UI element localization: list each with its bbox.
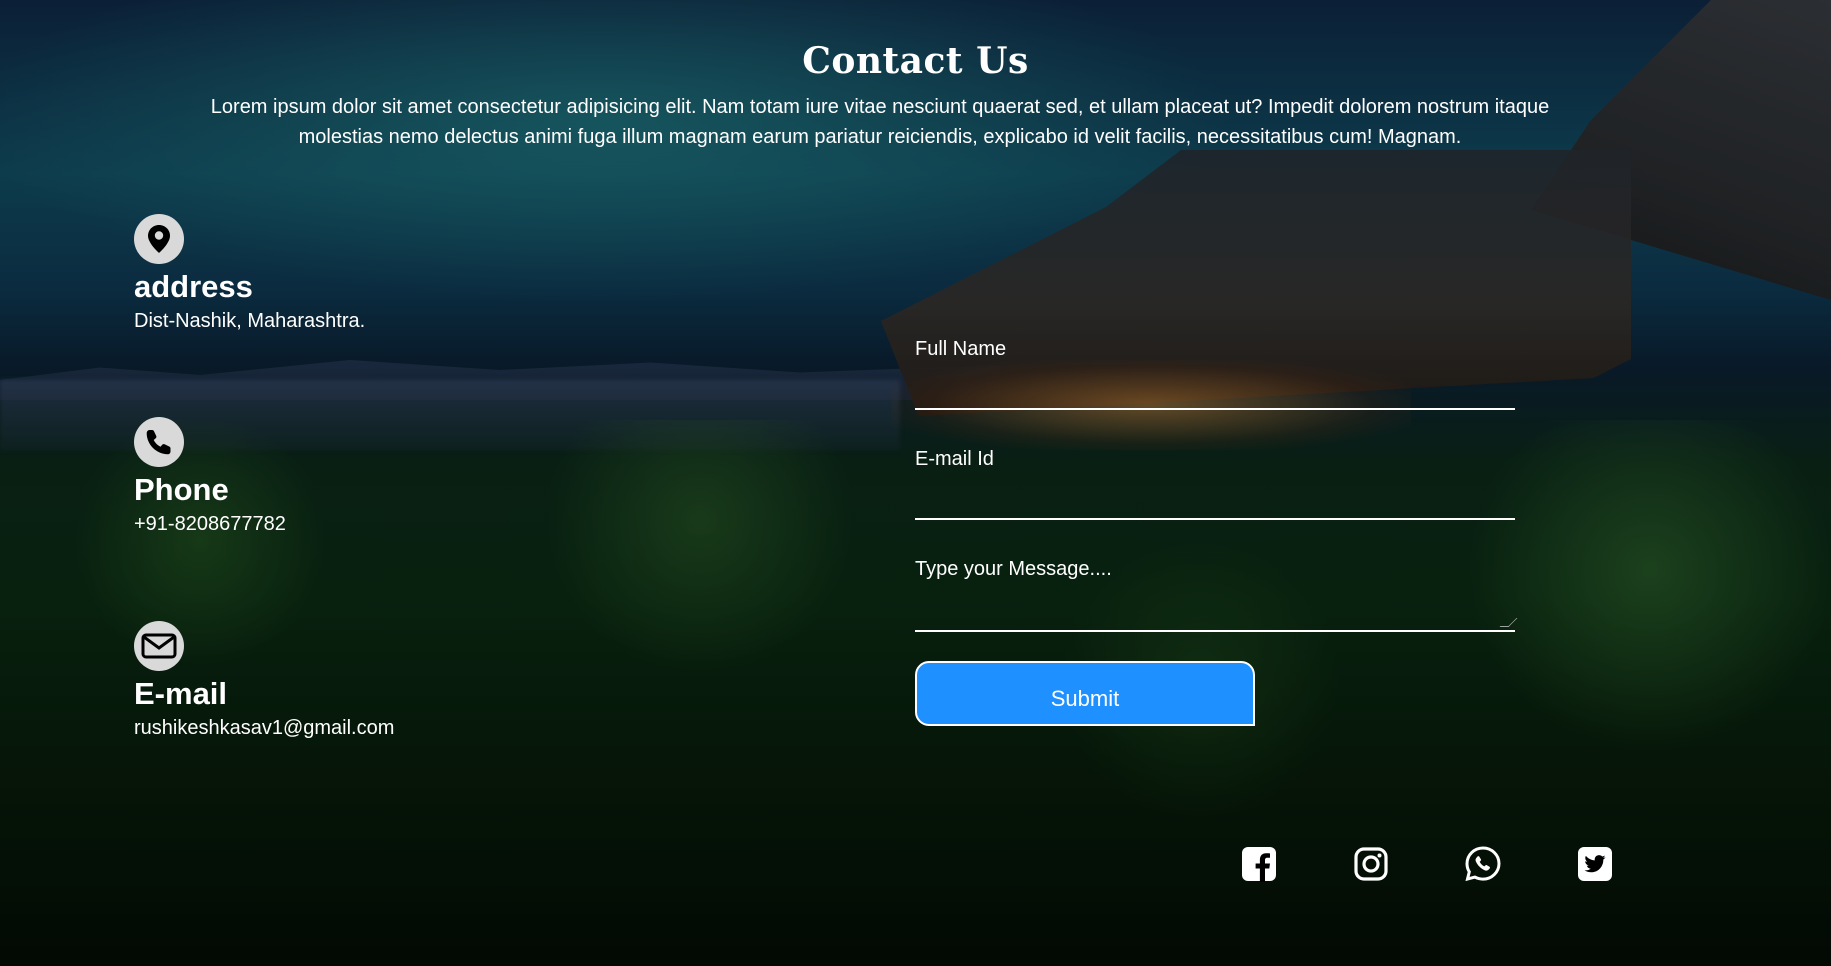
social-links: [1240, 845, 1614, 883]
whatsapp-icon[interactable]: [1464, 845, 1502, 883]
address-label: address: [134, 269, 253, 304]
facebook-icon[interactable]: [1240, 845, 1278, 883]
contact-page: Contact Us Lorem ipsum dolor sit amet co…: [0, 0, 1831, 966]
phone-icon: [134, 417, 184, 467]
message-textarea[interactable]: [915, 586, 1519, 626]
email-label: E-mail: [134, 676, 228, 711]
address-block: address Dist-Nashik, Maharashtra.: [134, 214, 634, 333]
email-id-label: E-mail Id: [915, 448, 994, 470]
page-title: Contact Us: [802, 40, 1029, 82]
email-block: E-mail rushikeshkasav1@gmail.com: [134, 621, 634, 740]
phone-value: +91-8208677782: [134, 513, 286, 535]
instagram-icon[interactable]: [1352, 845, 1390, 883]
message-label: Type your Message....: [915, 558, 1112, 580]
email-id-field[interactable]: E-mail Id: [915, 440, 1519, 520]
phone-block: Phone +91-8208677782: [134, 417, 634, 536]
email-id-input[interactable]: [915, 476, 1519, 514]
email-value: rushikeshkasav1@gmail.com: [134, 717, 395, 739]
full-name-input[interactable]: [915, 366, 1519, 404]
envelope-icon: [134, 621, 184, 671]
twitter-icon[interactable]: [1576, 845, 1614, 883]
full-name-field[interactable]: Full Name: [915, 330, 1519, 410]
address-value: Dist-Nashik, Maharashtra.: [134, 310, 366, 332]
location-pin-icon: [134, 214, 184, 264]
phone-label: Phone: [134, 472, 229, 507]
intro-text: Lorem ipsum dolor sit amet consectetur a…: [210, 96, 1550, 148]
full-name-label: Full Name: [915, 338, 1007, 360]
submit-button[interactable]: Submit: [915, 661, 1255, 726]
contact-form: Full Name E-mail Id Type your Message...…: [915, 330, 1519, 726]
message-field[interactable]: Type your Message....: [915, 550, 1519, 632]
